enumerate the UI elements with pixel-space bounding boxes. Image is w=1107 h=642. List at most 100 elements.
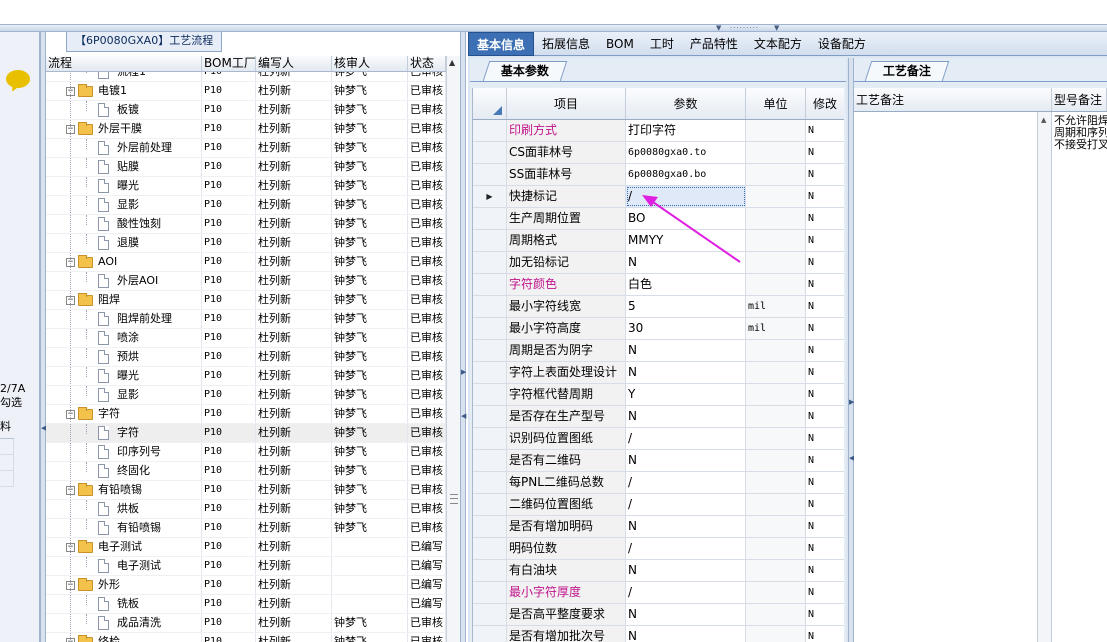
param-modify-cell[interactable]: N: [806, 252, 844, 273]
param-value-cell[interactable]: /: [626, 472, 746, 493]
row-indicator[interactable]: [473, 494, 507, 515]
param-modify-cell[interactable]: N: [806, 516, 844, 537]
col-param[interactable]: 参数: [626, 88, 746, 119]
row-indicator[interactable]: [473, 362, 507, 383]
param-value-cell[interactable]: 30: [626, 318, 746, 339]
tree-row[interactable]: 成品清洗 P10 杜列新 钟梦飞 已审核: [46, 614, 446, 633]
row-indicator[interactable]: [473, 164, 507, 185]
tree-row[interactable]: 贴膜 P10 杜列新 钟梦飞 已审核: [46, 158, 446, 177]
param-value-cell[interactable]: 白色: [626, 274, 746, 295]
param-modify-cell[interactable]: N: [806, 274, 844, 295]
row-indicator[interactable]: [473, 626, 507, 642]
tree-row[interactable]: 曝光 P10 杜列新 钟梦飞 已审核: [46, 177, 446, 196]
param-modify-cell[interactable]: N: [806, 472, 844, 493]
tree-row[interactable]: 喷涂 P10 杜列新 钟梦飞 已审核: [46, 329, 446, 348]
param-row[interactable]: CS面菲林号 6p0080gxa0.to N: [473, 142, 844, 164]
tab-main-6[interactable]: 设备配方: [810, 32, 874, 56]
param-value-cell[interactable]: Y: [626, 384, 746, 405]
param-modify-cell[interactable]: N: [806, 186, 844, 207]
row-indicator[interactable]: [473, 340, 507, 361]
row-indicator[interactable]: [473, 296, 507, 317]
collapse-right-icon[interactable]: ▶: [461, 368, 466, 376]
param-row[interactable]: 最小字符线宽 5 mil N: [473, 296, 844, 318]
param-value-cell[interactable]: /: [626, 494, 746, 515]
param-row[interactable]: 字符上表面处理设计 N N: [473, 362, 844, 384]
param-modify-cell[interactable]: N: [806, 450, 844, 471]
tree-row[interactable]: − 终检 P10 杜列新 钟梦飞 已审核: [46, 633, 446, 642]
param-row[interactable]: 是否存在生产型号 N N: [473, 406, 844, 428]
tree-row[interactable]: 酸性蚀刻 P10 杜列新 钟梦飞 已审核: [46, 215, 446, 234]
row-indicator[interactable]: [473, 274, 507, 295]
col-state[interactable]: 状态: [408, 56, 446, 71]
param-value-cell[interactable]: N: [626, 406, 746, 427]
param-unit-cell[interactable]: [746, 450, 806, 471]
param-value-cell[interactable]: N: [626, 516, 746, 537]
param-value-cell[interactable]: N: [626, 626, 746, 642]
param-unit-cell[interactable]: [746, 428, 806, 449]
param-row[interactable]: 最小字符高度 30 mil N: [473, 318, 844, 340]
tree-row[interactable]: 阻焊前处理 P10 杜列新 钟梦飞 已审核: [46, 310, 446, 329]
param-value-cell[interactable]: N: [626, 560, 746, 581]
param-row[interactable]: SS面菲林号 6p0080gxa0.bo N: [473, 164, 844, 186]
param-modify-cell[interactable]: N: [806, 538, 844, 559]
param-row[interactable]: 二维码位置图纸 / N: [473, 494, 844, 516]
param-row[interactable]: 周期是否为阴字 N N: [473, 340, 844, 362]
tree-row[interactable]: 曝光 P10 杜列新 钟梦飞 已审核: [46, 367, 446, 386]
col-checker[interactable]: 核审人: [332, 56, 408, 71]
tree-row[interactable]: 有铅喷锡 P10 杜列新 钟梦飞 已审核: [46, 519, 446, 538]
param-value-cell[interactable]: /: [626, 428, 746, 449]
param-modify-cell[interactable]: N: [806, 494, 844, 515]
param-unit-cell[interactable]: [746, 472, 806, 493]
param-unit-cell[interactable]: [746, 208, 806, 229]
row-indicator[interactable]: [473, 142, 507, 163]
param-unit-cell[interactable]: [746, 516, 806, 537]
param-row[interactable]: 字符框代替周期 Y N: [473, 384, 844, 406]
param-unit-cell[interactable]: [746, 538, 806, 559]
param-row[interactable]: 识别码位置图纸 / N: [473, 428, 844, 450]
param-unit-cell[interactable]: [746, 406, 806, 427]
scroll-up-icon[interactable]: ▲: [1041, 116, 1046, 124]
param-row[interactable]: 印刷方式 打印字符 N: [473, 120, 844, 142]
param-modify-cell[interactable]: N: [806, 340, 844, 361]
param-unit-cell[interactable]: [746, 604, 806, 625]
row-indicator[interactable]: [473, 538, 507, 559]
tree-row[interactable]: − 电子测试 P10 杜列新 已编写: [46, 538, 446, 557]
tab-process-notes[interactable]: 工艺备注: [864, 61, 950, 81]
param-row[interactable]: 生产周期位置 BO N: [473, 208, 844, 230]
process-note-input[interactable]: [854, 112, 1038, 642]
tree-row[interactable]: 印序列号 P10 杜列新 钟梦飞 已审核: [46, 443, 446, 462]
row-indicator[interactable]: [473, 384, 507, 405]
param-unit-cell[interactable]: [746, 560, 806, 581]
row-indicator[interactable]: [473, 230, 507, 251]
param-unit-cell[interactable]: [746, 230, 806, 251]
col-item[interactable]: 项目: [507, 88, 626, 119]
param-value-cell[interactable]: /: [626, 186, 746, 207]
param-row[interactable]: 有白油块 N N: [473, 560, 844, 582]
param-modify-cell[interactable]: N: [806, 560, 844, 581]
col-unit[interactable]: 单位: [746, 88, 806, 119]
param-unit-cell[interactable]: [746, 142, 806, 163]
grid-corner-icon[interactable]: [473, 88, 507, 119]
param-modify-cell[interactable]: N: [806, 428, 844, 449]
tree-scrollbar[interactable]: ▲: [446, 56, 460, 642]
param-unit-cell[interactable]: [746, 186, 806, 207]
param-row[interactable]: 是否有二维码 N N: [473, 450, 844, 472]
param-unit-cell[interactable]: [746, 626, 806, 642]
scroll-up-icon[interactable]: ▲: [449, 58, 455, 67]
tree-row[interactable]: 显影 P10 杜列新 钟梦飞 已审核: [46, 196, 446, 215]
param-row[interactable]: 是否高平整度要求 N N: [473, 604, 844, 626]
col-flow[interactable]: 流程: [46, 56, 202, 71]
splitter-grip[interactable]: ▼ ········· ▼: [716, 25, 782, 32]
tree-row[interactable]: 烘板 P10 杜列新 钟梦飞 已审核: [46, 500, 446, 519]
param-row[interactable]: 字符颜色 白色 N: [473, 274, 844, 296]
param-unit-cell[interactable]: [746, 340, 806, 361]
col-modify[interactable]: 修改: [806, 88, 844, 119]
tab-basic-params[interactable]: 基本参数: [482, 61, 568, 81]
param-value-cell[interactable]: N: [626, 604, 746, 625]
param-row[interactable]: ▶ 快捷标记 / N: [473, 186, 844, 208]
param-unit-cell[interactable]: [746, 362, 806, 383]
tab-main-2[interactable]: BOM: [598, 32, 642, 56]
collapse-left-icon[interactable]: ◀: [461, 412, 466, 420]
param-unit-cell[interactable]: [746, 384, 806, 405]
param-unit-cell[interactable]: [746, 494, 806, 515]
